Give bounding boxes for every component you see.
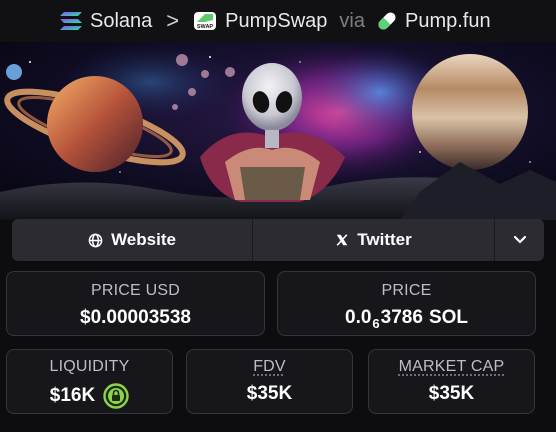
fdv-value: $35K [246, 383, 293, 404]
lock-icon[interactable] [103, 383, 129, 409]
liquidity-value-row: $16K [50, 383, 129, 409]
social-links-bar: Website Twitter [12, 219, 544, 261]
solana-logo-icon [60, 12, 82, 30]
liquidity-value: $16K [49, 385, 96, 406]
price-native-zero-count: 6 [372, 315, 380, 331]
price-native-prefix: 0.0 [345, 307, 372, 328]
twitter-button[interactable]: Twitter [253, 219, 495, 261]
chevron-right-icon: > [166, 8, 180, 33]
website-label: Website [111, 230, 176, 249]
fdv-label[interactable]: FDV [253, 358, 286, 376]
via-text: via [339, 9, 365, 32]
price-usd-label: PRICE USD [91, 282, 180, 299]
price-usd-card: PRICE USD $0.00003538 [6, 271, 265, 336]
market-cap-value: $35K [428, 383, 475, 404]
price-native-digits: 3786 [380, 307, 423, 328]
dex-link[interactable]: PumpSwap [225, 10, 327, 33]
price-usd-value: $0.00003538 [80, 307, 191, 328]
breadcrumb: Solana > SWAP PumpSwap via Pump.fun [0, 0, 556, 42]
price-native-unit: SOL [428, 307, 468, 328]
pumpswap-icon-text: SWAP [197, 24, 214, 30]
pill-icon [375, 10, 399, 32]
price-native-label: PRICE [381, 282, 432, 299]
chevron-down-icon [513, 230, 527, 250]
more-links-button[interactable] [495, 219, 544, 261]
market-cap-card: MARKET CAP $35K [368, 349, 535, 414]
x-logo-icon [335, 233, 349, 247]
token-banner-image [0, 42, 556, 220]
chain-link[interactable]: Solana [90, 10, 152, 33]
globe-icon [88, 233, 103, 248]
website-button[interactable]: Website [12, 219, 253, 261]
liquidity-card: LIQUIDITY $16K [6, 349, 173, 414]
price-native-card: PRICE 0.0 6 3786 SOL [277, 271, 536, 336]
liquidity-label: LIQUIDITY [49, 358, 130, 375]
twitter-label: Twitter [357, 230, 412, 249]
launchpad-link[interactable]: Pump.fun [405, 10, 491, 33]
market-cap-label[interactable]: MARKET CAP [399, 358, 505, 376]
price-native-value: 0.0 6 3786 SOL [345, 307, 468, 331]
fdv-card: FDV $35K [186, 349, 353, 414]
pumpswap-logo-icon: SWAP [193, 10, 217, 32]
